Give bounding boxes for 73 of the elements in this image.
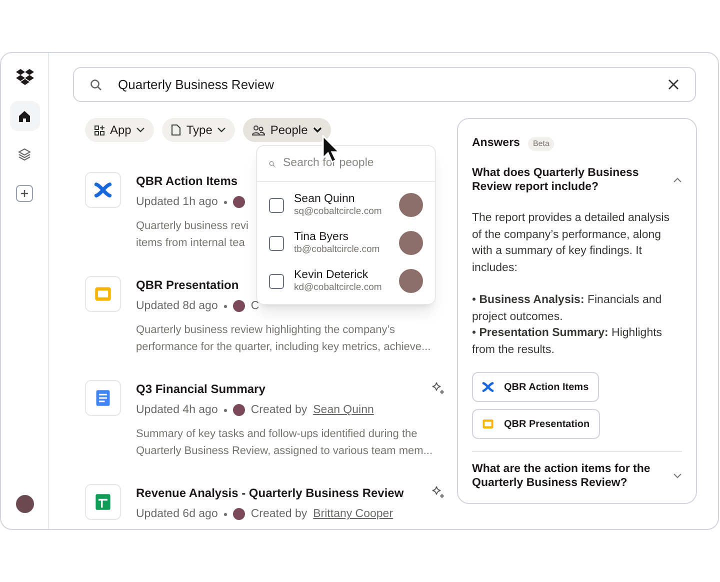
nav-item[interactable] — [10, 101, 40, 131]
user-avatar[interactable] — [16, 495, 34, 513]
chevron-up-icon — [673, 177, 682, 184]
slides-icon — [94, 285, 112, 303]
filter-button[interactable]: App — [85, 118, 154, 142]
add-button[interactable] — [16, 185, 33, 202]
checkbox[interactable] — [269, 198, 284, 212]
question-header[interactable]: What are the action items for the Quarterly Business Review? — [472, 462, 682, 490]
cross-icon — [482, 381, 494, 394]
beta-badge: Beta — [528, 136, 554, 151]
layers-icon — [18, 148, 31, 160]
search-text: Quarterly Business Review — [118, 76, 276, 94]
person-avatar — [399, 231, 423, 255]
person-email: sq@cobaltcircle.com — [294, 206, 383, 218]
updated-time: Updated 1h ago — [136, 195, 218, 210]
person-email: kd@cobaltcircle.com — [294, 282, 383, 294]
person-avatar — [399, 193, 423, 217]
home-icon — [18, 110, 31, 122]
creator-avatar — [232, 196, 245, 208]
result-description: Quarterly business revi items from internal tea — [136, 219, 248, 251]
person-email: tb@cobaltcircle.com — [294, 244, 381, 256]
chevron-down-icon — [217, 127, 226, 133]
person-option[interactable]: Tina Byers tb@cobaltcircle.com — [257, 224, 435, 262]
source-button[interactable]: QBR Action Items — [472, 372, 599, 402]
person-option[interactable]: Kevin Deterick kd@cobaltcircle.com — [257, 262, 435, 300]
search-field[interactable]: Quarterly Business Review — [73, 67, 696, 102]
result-title[interactable]: Revenue Analysis - Quarterly Business Review — [136, 485, 404, 501]
answer-text: • Business Analysis: Financials and project outcomes. • Presentation Summary: Highlights from the results. — [472, 293, 664, 358]
filter-button[interactable]: People — [243, 118, 331, 142]
answer-text: The report provides a detailed analysis of the company’s performance, along with a summary of key findings. It includes: — [472, 211, 671, 276]
checkbox[interactable] — [269, 274, 284, 288]
creator-link[interactable]: Sean Quinn — [313, 402, 374, 418]
creator-avatar — [232, 404, 245, 416]
grid-icon — [94, 124, 105, 136]
close-icon[interactable] — [668, 79, 679, 90]
created-by-label: Created by — [250, 403, 308, 418]
person-name: Sean Quinn — [294, 192, 356, 206]
file-icon — [171, 124, 182, 136]
filter-button[interactable]: Type — [162, 118, 236, 142]
updated-time: Updated 8d ago — [136, 299, 218, 314]
result-description: Summary of key tasks and follow-ups identified during the Quarterly Business Review, assigned to various team mem... — [136, 427, 433, 459]
answers-title: Answers — [472, 136, 520, 151]
chevron-down-icon — [312, 127, 322, 133]
checkbox[interactable] — [269, 236, 284, 250]
cross-icon — [94, 181, 112, 199]
result-description: Quarterly business review highlighting the company’s performance for the quarter, including key metrics, achieve... — [136, 323, 431, 355]
search-icon — [90, 78, 102, 90]
updated-time: Updated 6d ago — [136, 507, 218, 522]
created-by-label: C — [250, 299, 260, 314]
creator-avatar — [232, 508, 245, 520]
updated-time: Updated 4h ago — [136, 403, 218, 418]
logo-icon — [16, 69, 34, 85]
sparkle-icon[interactable] — [431, 485, 445, 499]
chevron-down-icon — [673, 473, 682, 480]
creator-link[interactable]: Brittany Cooper — [313, 506, 394, 522]
created-by-label: Created by — [250, 507, 308, 522]
person-option[interactable]: Sean Quinn sq@cobaltcircle.com — [257, 186, 435, 224]
people-icon — [252, 124, 266, 136]
spreadsheet-icon — [94, 493, 112, 511]
person-name: Kevin Deterick — [294, 268, 370, 282]
plus-icon — [20, 189, 29, 198]
question-header[interactable]: What does Quarterly Business Review report include? — [472, 166, 682, 194]
result-title[interactable]: Q3 Financial Summary — [136, 381, 266, 397]
result-title[interactable]: QBR Action Items — [136, 173, 238, 189]
person-avatar — [399, 269, 423, 293]
slides-icon — [482, 418, 494, 430]
chevron-down-icon — [136, 127, 146, 133]
person-name: Tina Byers — [294, 230, 350, 244]
result-title[interactable]: QBR Presentation — [136, 277, 239, 293]
document-icon — [94, 389, 112, 407]
source-button[interactable]: QBR Presentation — [472, 409, 600, 440]
creator-avatar — [232, 300, 245, 312]
sparkle-icon[interactable] — [431, 381, 445, 395]
